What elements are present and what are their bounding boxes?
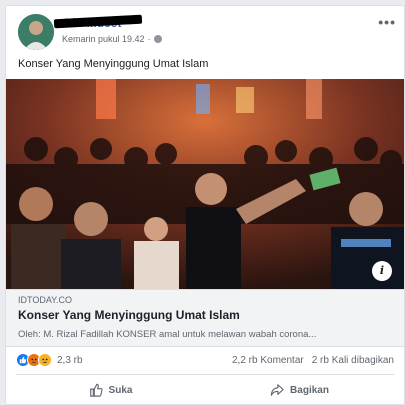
share-label: Bagikan bbox=[290, 384, 329, 396]
thumbs-up-icon bbox=[89, 383, 103, 397]
post-header: Bio Mucet Kemarin pukul 19.42 · ••• bbox=[14, 14, 396, 50]
link-description: Oleh: M. Rizal Fadillah KONSER amal untu… bbox=[18, 329, 317, 340]
globe-icon bbox=[153, 35, 162, 43]
post-timestamp[interactable]: Kemarin pukul 19.42 bbox=[62, 34, 145, 44]
like-label: Suka bbox=[108, 384, 133, 396]
comment-count[interactable]: 2,2 rb Komentar bbox=[232, 355, 304, 366]
action-bar: Suka Bagikan bbox=[16, 378, 394, 402]
reaction-count[interactable]: 2,3 rb bbox=[57, 355, 83, 366]
like-button[interactable]: Suka bbox=[16, 378, 205, 402]
share-arrow-icon bbox=[270, 384, 284, 396]
engagement-counts: 2,2 rb Komentar 2 rb Kali dibagikan bbox=[232, 355, 394, 366]
sad-reaction-icon bbox=[38, 353, 52, 367]
link-title[interactable]: Konser Yang Menyinggung Umat Islam bbox=[18, 308, 240, 322]
link-preview[interactable]: IDTODAY.CO Konser Yang Menyinggung Umat … bbox=[6, 289, 404, 347]
divider bbox=[16, 374, 394, 375]
avatar[interactable] bbox=[18, 14, 54, 50]
post-stats: 2,3 rb 2,2 rb Komentar 2 rb Kali dibagik… bbox=[16, 351, 394, 371]
share-button[interactable]: Bagikan bbox=[205, 378, 394, 402]
post-card: Bio Mucet Kemarin pukul 19.42 · ••• Kons… bbox=[5, 5, 405, 405]
info-button[interactable]: i bbox=[372, 261, 392, 281]
post-photo[interactable]: i bbox=[6, 79, 404, 289]
share-count[interactable]: 2 rb Kali dibagikan bbox=[312, 355, 394, 366]
reactions-summary[interactable]: 2,3 rb bbox=[16, 353, 83, 367]
link-domain: IDTODAY.CO bbox=[18, 295, 73, 305]
post-text: Konser Yang Menyinggung Umat Islam bbox=[18, 58, 209, 70]
post-meta: Kemarin pukul 19.42 · bbox=[62, 34, 162, 44]
more-options-icon[interactable]: ••• bbox=[378, 14, 396, 30]
